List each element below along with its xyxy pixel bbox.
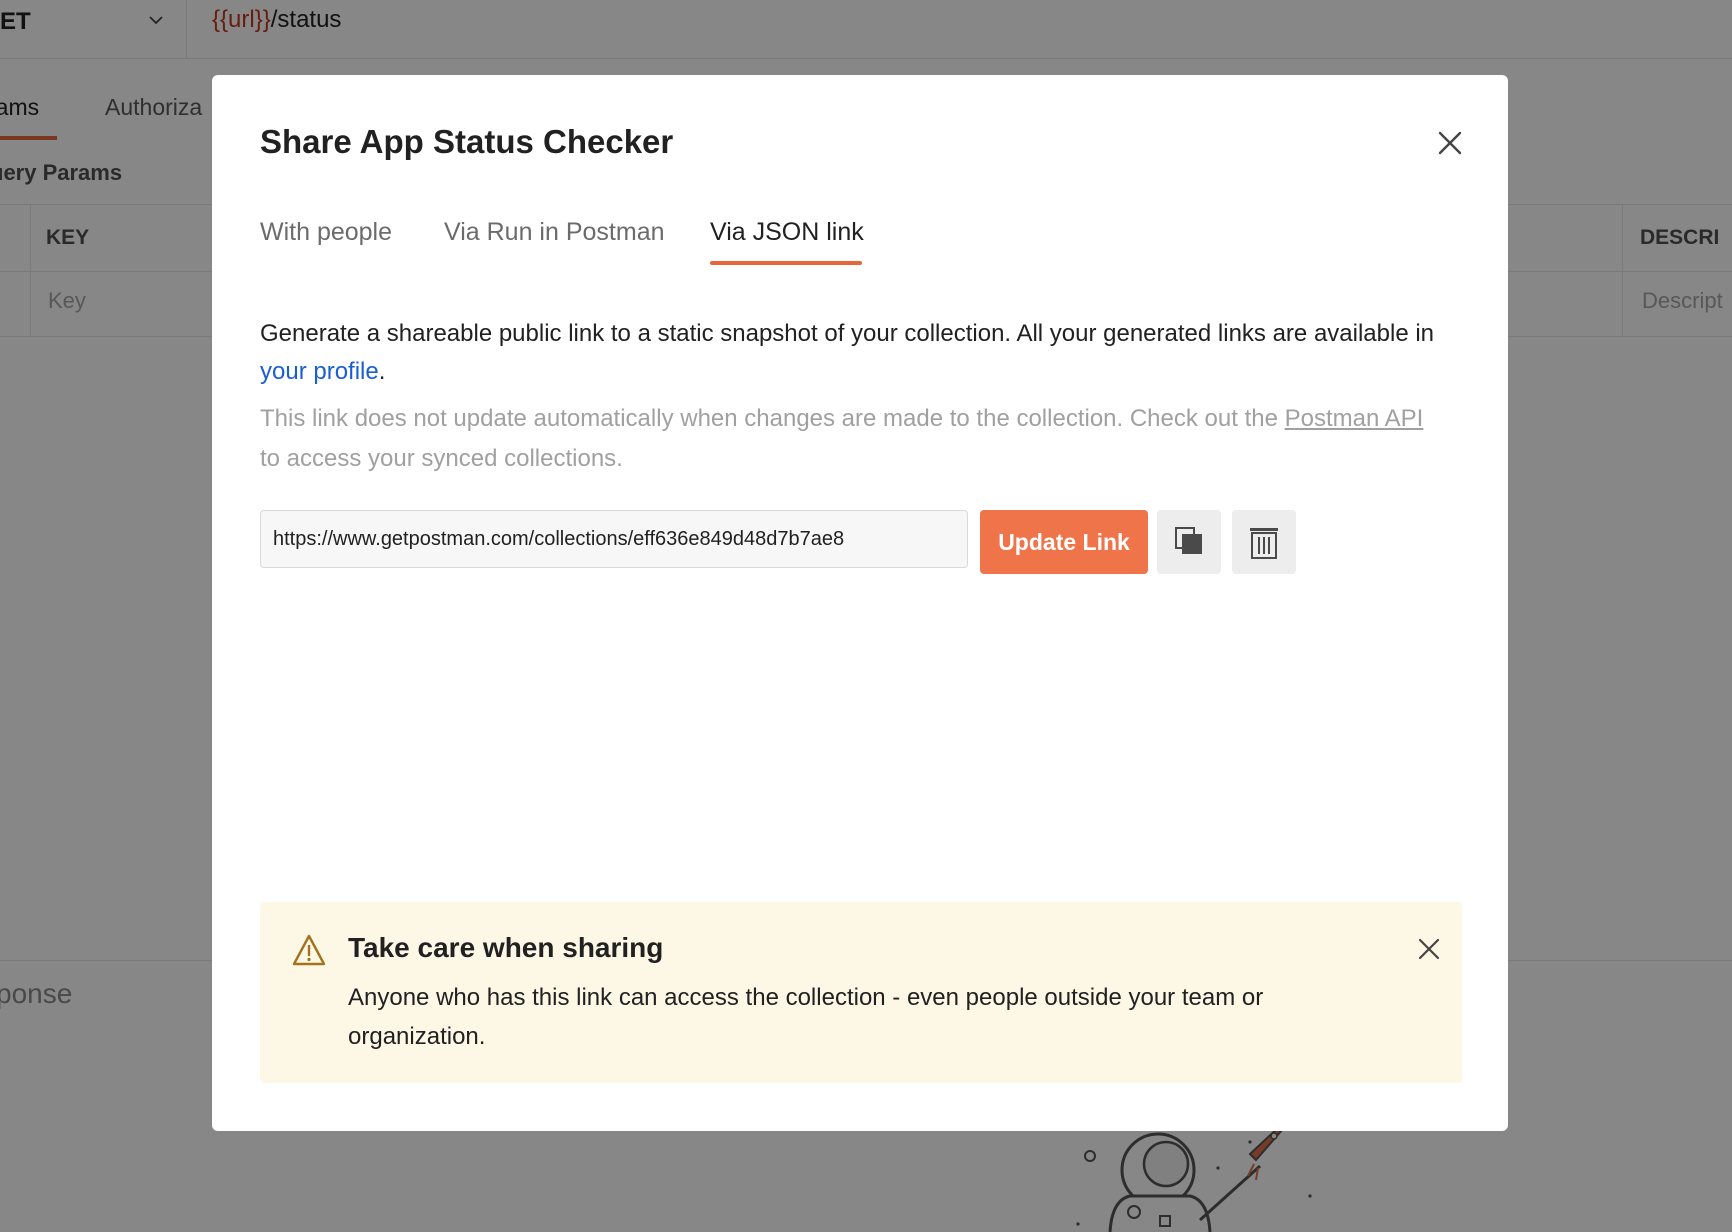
description-body: Generate a shareable public link to a st… [260, 320, 1435, 347]
sharing-warning-banner: Take care when sharing Anyone who has th… [260, 902, 1462, 1083]
warning-body: Anyone who has this link can access the … [348, 984, 1264, 1050]
tab-via-run-in-postman[interactable]: Via Run in Postman [444, 218, 665, 247]
tab-via-json-link[interactable]: Via JSON link [710, 218, 864, 247]
warning-icon [292, 934, 326, 966]
description-text: Generate a shareable public link to a st… [260, 315, 1440, 391]
close-icon[interactable] [1412, 932, 1446, 966]
dialog-title: Share App Status Checker [260, 123, 674, 160]
active-tab-indicator [710, 261, 862, 265]
json-link-field[interactable] [260, 510, 968, 568]
tab-with-people[interactable]: With people [260, 218, 392, 247]
postman-api-link[interactable]: Postman API [1285, 405, 1424, 432]
warning-title: Take care when sharing [348, 932, 664, 963]
your-profile-link[interactable]: your profile [260, 358, 379, 385]
copy-icon [1175, 527, 1202, 554]
note-body: This link does not update automatically … [260, 405, 1285, 432]
note-suffix: to access your synced collections. [260, 445, 623, 472]
trash-icon [1250, 528, 1278, 559]
close-icon[interactable] [1430, 123, 1470, 163]
note-text: This link does not update automatically … [260, 399, 1440, 479]
description-suffix: . [378, 358, 386, 385]
delete-link-button[interactable] [1232, 510, 1296, 574]
share-dialog: Share App Status Checker With people Via… [212, 75, 1508, 1131]
copy-link-button[interactable] [1157, 510, 1221, 574]
update-link-button[interactable]: Update Link [980, 510, 1148, 574]
